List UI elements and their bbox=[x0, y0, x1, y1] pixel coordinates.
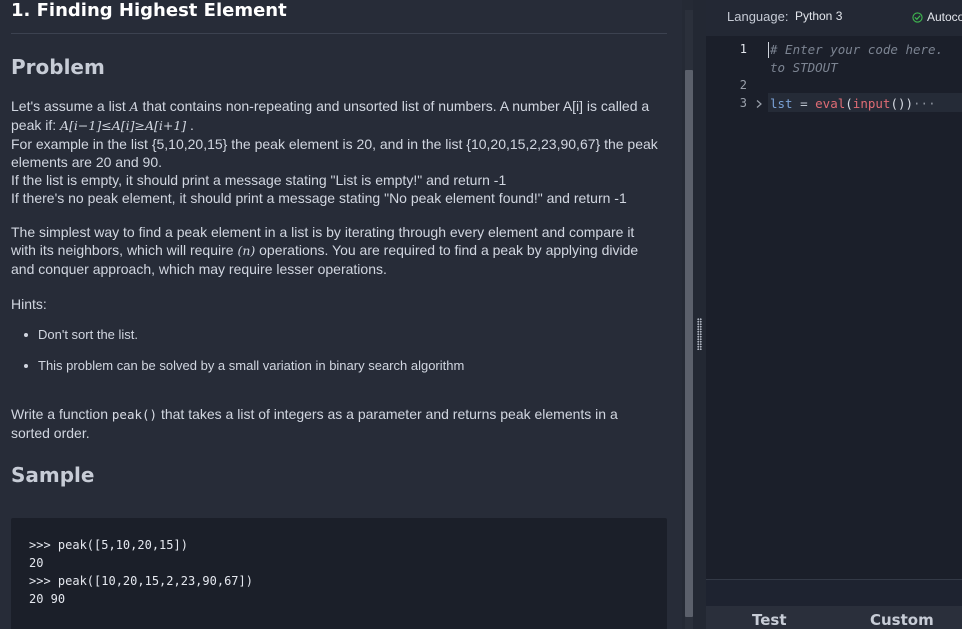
line-number: 1 bbox=[739, 42, 747, 56]
hints-list: Don't sort the list. This problem can be… bbox=[24, 326, 464, 388]
folded-ellipsis[interactable]: ··· bbox=[913, 96, 936, 111]
code-token: ( bbox=[845, 96, 853, 111]
autocomplete-toggle[interactable]: Autoco bbox=[927, 10, 962, 24]
sample-line: 20 bbox=[29, 556, 44, 570]
line-number: 3 bbox=[739, 96, 747, 110]
language-label: Language: bbox=[727, 9, 789, 24]
sample-line: >>> peak([10,20,15,2,23,90,67]) bbox=[29, 574, 253, 588]
approach-line-2: with its neighbors, which will require (… bbox=[11, 241, 671, 260]
problem-heading: Problem bbox=[11, 55, 105, 79]
problem-intro: Let's assume a list A that contains non-… bbox=[11, 97, 671, 207]
code-token: ()) bbox=[890, 96, 914, 111]
approach-text-2: operations. You are required to find a p… bbox=[255, 242, 639, 258]
code-comment-line-1: # Enter your code here. bbox=[770, 42, 944, 57]
intro-text-2: that contains non-repeating and unsorted… bbox=[138, 98, 650, 114]
code-token: eval bbox=[815, 96, 846, 111]
approach-line-3: and conquer approach, which may require … bbox=[11, 261, 387, 277]
intro-text: Let's assume a list bbox=[11, 98, 130, 114]
code-comment-line-2: to STDOUT bbox=[770, 60, 838, 75]
function-name-code: peak() bbox=[111, 407, 158, 422]
period: . bbox=[186, 117, 194, 133]
no-peak-rule: If there's no peak element, it should pr… bbox=[11, 190, 627, 206]
language-select[interactable]: Python 3 bbox=[795, 9, 842, 23]
task-line-1: Write a function peak() that takes a lis… bbox=[11, 405, 671, 424]
code-editor[interactable]: 1 2 3 # Enter your code here. to STDOUT … bbox=[706, 36, 962, 579]
peak-condition-math: A[i−1]≤A[i]≥A[i+1] bbox=[60, 118, 187, 133]
complexity-math: (n) bbox=[237, 243, 256, 258]
panel-splitter[interactable] bbox=[693, 0, 706, 629]
empty-rule: If the list is empty, it should print a … bbox=[11, 172, 507, 188]
task-text-2: that takes a list of integers as a param… bbox=[157, 406, 618, 422]
example-line-1: For example in the list {5,10,20,15} the… bbox=[11, 136, 658, 152]
fold-chevron-icon[interactable] bbox=[755, 99, 763, 109]
line-number: 2 bbox=[739, 78, 747, 92]
sample-line: 20 90 bbox=[29, 592, 66, 606]
code-token: = bbox=[792, 96, 816, 111]
task-paragraph: Write a function peak() that takes a lis… bbox=[11, 405, 671, 442]
code-line-3: lst = eval(input())··· bbox=[770, 96, 936, 111]
list-var-math: A bbox=[129, 99, 139, 114]
splitter-grip-icon[interactable] bbox=[697, 318, 702, 350]
check-circle-icon[interactable] bbox=[912, 12, 923, 23]
sample-line: >>> peak([5,10,20,15]) bbox=[29, 538, 188, 552]
editor-divider bbox=[706, 579, 962, 580]
intro-line-2: peak if: A[i−1]≤A[i]≥A[i+1] . bbox=[11, 116, 671, 135]
problem-scrollbar-thumb[interactable] bbox=[685, 70, 693, 617]
text-cursor bbox=[768, 42, 769, 58]
task-text: Write a function bbox=[11, 406, 112, 422]
hint-item: Don't sort the list. bbox=[24, 326, 464, 357]
approach-line-1: The simplest way to find a peak element … bbox=[11, 224, 635, 240]
approach-text: with its neighbors, which will require bbox=[11, 242, 238, 258]
task-line-2: sorted order. bbox=[11, 425, 90, 441]
sample-heading: Sample bbox=[11, 463, 95, 487]
problem-panel: 1. Finding Highest Element Problem Let's… bbox=[0, 0, 682, 629]
approach-paragraph: The simplest way to find a peak element … bbox=[11, 223, 671, 278]
sample-code-block: >>> peak([5,10,20,15]) 20 >>> peak([10,2… bbox=[11, 518, 667, 629]
editor-panel: Language: Python 3 Autoco 1 2 3 # Enter … bbox=[706, 0, 962, 629]
hint-item: This problem can be solved by a small va… bbox=[24, 357, 464, 388]
test-button[interactable]: Test bbox=[752, 611, 787, 629]
hints-label: Hints: bbox=[11, 296, 47, 312]
problem-title: 1. Finding Highest Element bbox=[11, 0, 287, 21]
example-line-2: elements are 20 and 90. bbox=[11, 154, 162, 170]
intro-line-1: Let's assume a list A that contains non-… bbox=[11, 97, 671, 116]
code-token: lst bbox=[770, 96, 793, 111]
peak-if-text: peak if: bbox=[11, 117, 61, 133]
custom-button[interactable]: Custom bbox=[870, 611, 934, 629]
title-divider bbox=[11, 33, 667, 34]
code-token: input bbox=[852, 96, 891, 111]
editor-toolbar: Language: Python 3 Autoco bbox=[706, 0, 962, 36]
